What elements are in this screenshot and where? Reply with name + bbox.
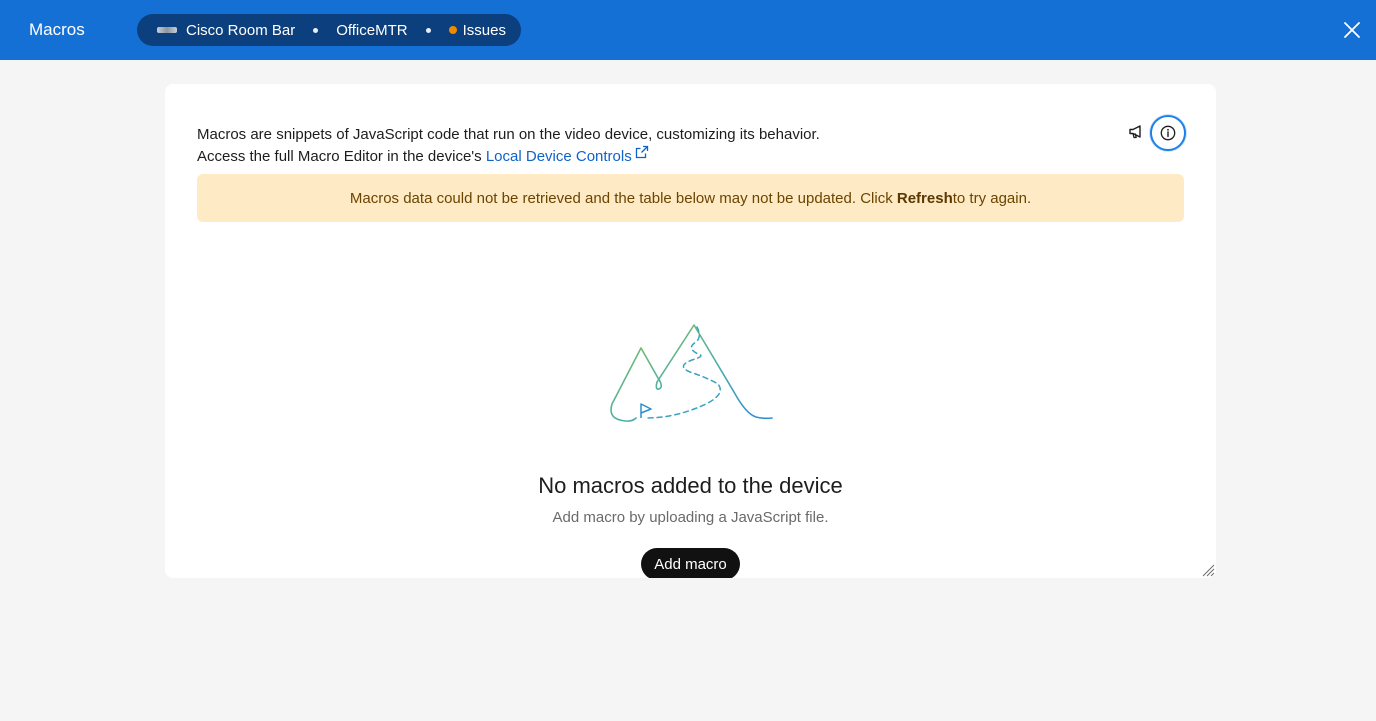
device-pill[interactable]: Cisco Room Bar OfficeMTR Issues [137, 14, 521, 46]
empty-state-subtitle: Add macro by uploading a JavaScript file… [552, 509, 829, 526]
device-name: Cisco Room Bar [186, 21, 296, 39]
warning-refresh-action: Refresh [896, 189, 953, 207]
external-link-icon [635, 145, 648, 159]
info-icon [1160, 125, 1176, 141]
local-device-controls-label: Local Device Controls [485, 148, 632, 165]
intro-text: Macros are snippets of JavaScript code t… [197, 124, 820, 167]
device-status: Issues [462, 21, 506, 39]
intro-line-2-prefix: Access the full Macro Editor in the devi… [197, 148, 486, 165]
local-device-controls-link[interactable]: Local Device Controls [485, 145, 649, 165]
warning-prefix: Macros data could not be retrieved and t… [349, 189, 893, 207]
close-icon [1344, 22, 1360, 38]
info-button[interactable] [1150, 115, 1186, 151]
device-location: OfficeMTR [336, 21, 408, 39]
separator-dot [425, 27, 431, 33]
warning-suffix: to try again. [952, 189, 1032, 207]
warning-banner: Macros data could not be retrieved and t… [197, 174, 1184, 222]
megaphone-icon [1129, 125, 1141, 139]
separator-dot [313, 27, 319, 33]
device-thumbnail-icon [157, 27, 177, 33]
add-macro-button[interactable]: Add macro [641, 548, 740, 578]
top-bar: Macros Cisco Room Bar OfficeMTR Issues [0, 0, 1376, 60]
intro-line-1: Macros are snippets of JavaScript code t… [197, 126, 820, 143]
mountains-illustration-icon [610, 324, 773, 422]
page-title: Macros [29, 20, 85, 39]
macros-card: Macros are snippets of JavaScript code t… [165, 84, 1216, 578]
feedback-button[interactable] [1128, 123, 1146, 141]
close-button[interactable] [1342, 20, 1362, 40]
resize-handle-icon[interactable] [1201, 563, 1215, 577]
intro-line-2: Access the full Macro Editor in the devi… [197, 145, 820, 167]
empty-state-title: No macros added to the device [538, 473, 843, 498]
status-indicator-icon [448, 26, 457, 34]
